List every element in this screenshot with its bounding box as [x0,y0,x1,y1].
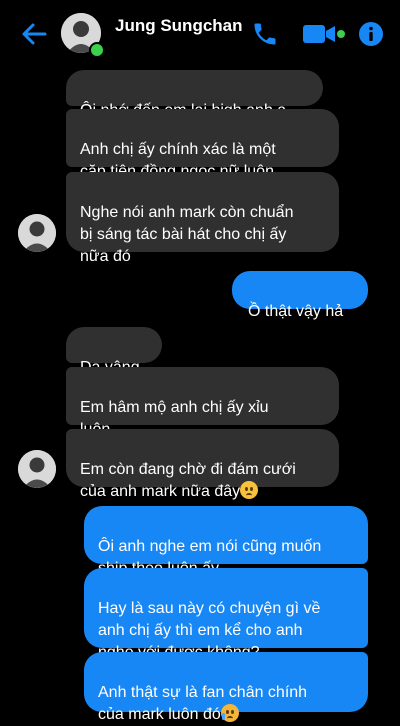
video-online-dot [337,30,345,38]
sender-avatar[interactable] [18,214,56,252]
phone-icon[interactable] [251,20,279,48]
message-bubble-incoming[interactable]: Nghe nói anh mark còn chuẩn bị sáng tác … [66,172,339,265]
message-bubble-outgoing[interactable]: Hay là sau này có chuyện gì về anh chị ấ… [84,568,368,661]
message-text: Ồ thật vậy hả [248,303,344,320]
message-bubble-outgoing[interactable]: Ồ thật vậy hả [232,271,368,320]
contact-name[interactable]: Jung Sungchan [115,16,243,36]
sender-avatar[interactable] [18,450,56,488]
back-arrow-icon[interactable] [20,20,48,48]
crying-face-emoji [220,704,239,722]
message-bubble-incoming[interactable]: Ôi nhớ đến em lại high anh ạ [66,70,323,119]
message-bubble-incoming[interactable]: Anh chị ấy chính xác là một cặp tiên đồn… [66,109,339,180]
message-bubble-incoming[interactable]: Em còn đang chờ đi đám cưới của anh mark… [66,429,339,500]
message-bubble-outgoing[interactable]: Anh thật sự là fan chân chính của mark l… [84,652,368,723]
message-text: Anh thật sự là fan chân chính của mark l… [98,684,308,723]
pleading-face-emoji [240,481,259,499]
chat-header: Jung Sungchan [0,0,400,62]
message-bubble-outgoing[interactable]: Ôi anh nghe em nói cũng muốn ship theo l… [84,506,368,577]
message-bubble-incoming[interactable]: Em hâm mộ anh chị ấy xỉu luôn [66,367,339,438]
message-text: Em còn đang chờ đi đám cưới của anh mark… [80,461,296,500]
online-status-dot [89,42,105,58]
message-text: Nghe nói anh mark còn chuẩn bị sáng tác … [80,204,294,265]
message-bubble-incoming[interactable]: Dạ vâng [66,327,162,376]
video-camera-icon[interactable] [302,22,336,46]
info-icon[interactable] [358,21,384,47]
